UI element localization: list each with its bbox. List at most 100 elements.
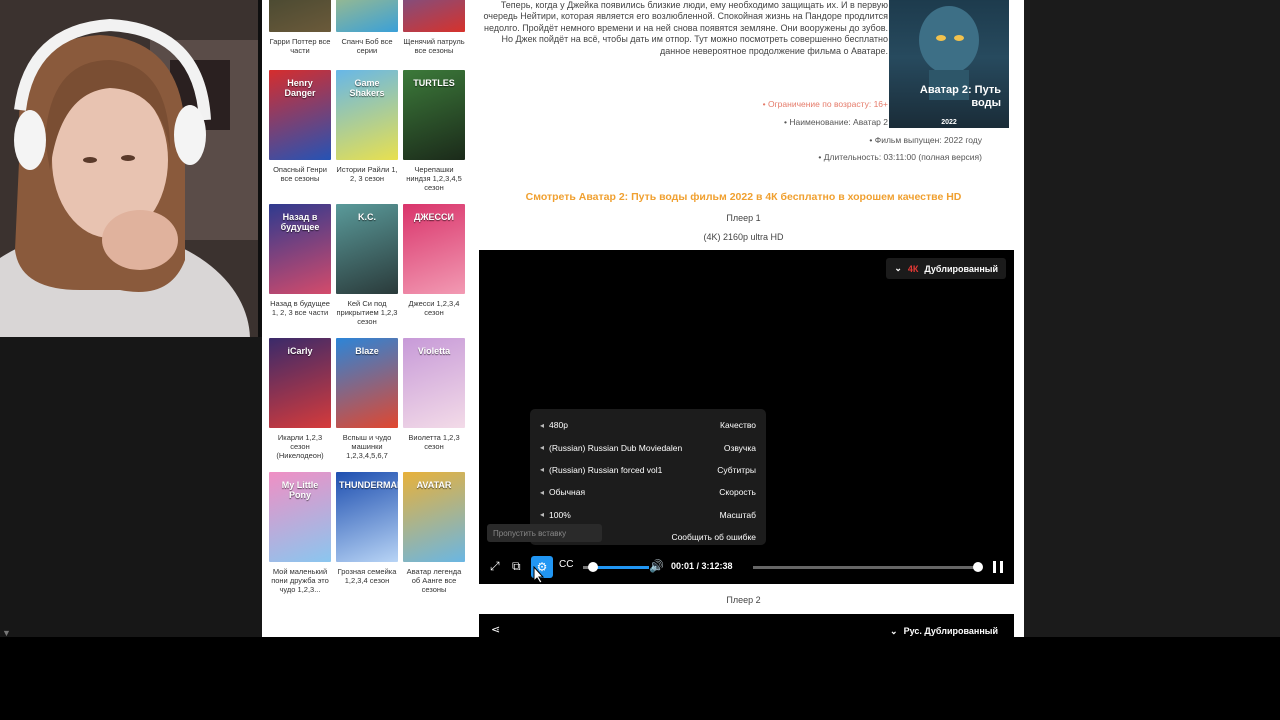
tile-poster-title: My Little Pony xyxy=(281,480,319,500)
tile-poster-title: TURTLES xyxy=(413,78,455,88)
tile-poster[interactable]: Blaze xyxy=(336,338,398,428)
video-player-2[interactable]: ⋖ ⌄ Рус. Дублированный xyxy=(479,614,1014,637)
volume-knob[interactable] xyxy=(588,562,598,572)
content-tile[interactable]: Henry Danger Опасный Генри все сезоны xyxy=(269,70,331,195)
share-icon[interactable]: ⋖ xyxy=(491,623,500,636)
video-player[interactable]: ⌄ 4К Дублированный ◂ 480p Качество ◂ (Russia… xyxy=(479,250,1014,584)
poster-title: Аватар 2: Путь воды xyxy=(919,84,1001,109)
dub-select-button[interactable]: ⌄ 4К Дублированный xyxy=(886,258,1006,279)
tile-caption[interactable]: Опасный Генри все сезоны xyxy=(269,165,331,195)
content-tile[interactable]: Game Shakers Истории Райли 1, 2, 3 сезон xyxy=(336,70,398,195)
volume-slider[interactable] xyxy=(591,566,649,569)
settings-menu-item[interactable]: ◂ 100% Масштаб xyxy=(540,504,756,526)
tile-poster[interactable]: K.C. xyxy=(336,204,398,294)
tile-poster[interactable]: SpongeBob xyxy=(336,0,398,32)
release-year-text: Фильм выпущен: 2022 году xyxy=(874,135,982,145)
settings-menu-value-text: 100% xyxy=(549,509,571,520)
tile-poster[interactable]: Назад в будущее xyxy=(269,204,331,294)
tile-caption[interactable]: Мой маленький пони дружба это чудо 1,2,3… xyxy=(269,567,331,597)
tile-poster-title: Blaze xyxy=(355,346,379,356)
tile-poster[interactable]: TURTLES xyxy=(403,70,465,160)
tile-caption[interactable]: Виолетта 1,2,3 сезон xyxy=(403,433,465,463)
release-year: • Фильм выпущен: 2022 году xyxy=(869,135,982,145)
content-tile[interactable]: Гарри Поттер Гарри Поттер все части xyxy=(269,0,331,67)
settings-menu-label: Масштаб xyxy=(719,509,756,520)
pip-icon[interactable]: ⧉ xyxy=(512,559,521,574)
content-tile[interactable]: Назад в будущее Назад в будущее 1, 2, 3 в… xyxy=(269,204,331,329)
content-tile[interactable]: My Little Pony Мой маленький пони дружба … xyxy=(269,472,331,597)
tile-caption[interactable]: Джесси 1,2,3,4 сезон xyxy=(403,299,465,329)
content-tile[interactable]: ДЖЕССИ Джесси 1,2,3,4 сезон xyxy=(403,204,465,329)
settings-menu-item[interactable]: ◂ Обычная Скорость xyxy=(540,481,756,503)
player2-dub-button[interactable]: ⌄ Рус. Дублированный xyxy=(890,626,998,637)
tile-poster[interactable]: THUNDERMANS xyxy=(336,472,398,562)
tile-poster[interactable]: Henry Danger xyxy=(269,70,331,160)
tile-caption[interactable]: Щенячий патруль все сезоны xyxy=(403,37,465,67)
tile-poster[interactable]: AVATAR xyxy=(403,472,465,562)
content-tile[interactable]: SpongeBob Спанч Боб все серии xyxy=(336,0,398,67)
duration: • Длительность: 03:11:00 (полная версия) xyxy=(818,152,982,162)
player1-label: Плеер 1 xyxy=(726,213,761,223)
tile-caption[interactable]: Грозная семейка 1,2,3,4 сезон xyxy=(336,567,398,597)
seek-bar[interactable] xyxy=(753,566,979,569)
tile-poster[interactable]: Violetta xyxy=(403,338,465,428)
tile-poster[interactable]: Game Shakers xyxy=(336,70,398,160)
settings-menu-item[interactable]: ◂ 480p Качество xyxy=(540,414,756,436)
settings-menu-label: Сообщить об ошибке xyxy=(671,532,756,543)
duration-text: Длительность: 03:11:00 (полная версия) xyxy=(823,152,982,162)
fullscreen-icon[interactable]: ⤢ xyxy=(490,559,500,574)
tile-caption[interactable]: Спанч Боб все серии xyxy=(336,37,398,67)
poster-year: 2022 xyxy=(941,119,957,126)
movie-name-text: Наименование: Аватар 2 xyxy=(789,117,888,127)
content-tile[interactable]: AVATAR Аватар легенда об Аанге все сезоны xyxy=(403,472,465,597)
settings-menu-value-text: (Russian) Russian forced vol1 xyxy=(549,464,663,475)
tile-poster-title: AVATAR xyxy=(416,480,452,490)
settings-menu-value: ◂ (Russian) Russian Dub Moviedalen xyxy=(540,443,682,453)
watch-heading: Смотреть Аватар 2: Путь воды фильм 2022 … xyxy=(525,191,962,203)
content-tile[interactable]: TURTLES Черепашки ниндзя 1,2,3,4,5 сезон xyxy=(403,70,465,195)
tile-caption[interactable]: Аватар легенда об Аанге все сезоны xyxy=(403,567,465,597)
tile-caption[interactable]: Гарри Поттер все части xyxy=(269,37,331,67)
tile-caption[interactable]: Черепашки ниндзя 1,2,3,4,5 сезон xyxy=(403,165,465,195)
skip-insert-button[interactable]: Пропустить вставку xyxy=(487,524,602,542)
tile-caption[interactable]: Вспыш и чудо машинки 1,2,3,4,5,6,7 сезон xyxy=(336,433,398,463)
content-tile[interactable]: Violetta Виолетта 1,2,3 сезон xyxy=(403,338,465,463)
content-tile[interactable]: Blaze Вспыш и чудо машинки 1,2,3,4,5,6,7 … xyxy=(336,338,398,463)
tile-poster[interactable]: ДЖЕССИ xyxy=(403,204,465,294)
tile-poster-title: Henry Danger xyxy=(284,78,316,98)
tile-caption[interactable]: Назад в будущее 1, 2, 3 все части xyxy=(269,299,331,329)
content-tile[interactable]: THUNDERMANS Грозная семейка 1,2,3,4 сезон xyxy=(336,472,398,597)
tile-poster-title: iCarly xyxy=(287,346,313,356)
seek-knob[interactable] xyxy=(973,562,983,572)
age-rating: • Ограничение по возрасту: 16+ xyxy=(762,99,888,109)
skip-insert-label: Пропустить вставку xyxy=(493,528,567,538)
movie-poster[interactable]: Аватар 2: Путь воды 2022 xyxy=(889,0,1009,128)
movie-name: • Наименование: Аватар 2 xyxy=(784,117,888,127)
dub-label: Дублированный xyxy=(924,263,998,274)
settings-menu-label: Скорость xyxy=(719,487,756,498)
dub-badge: 4К xyxy=(907,263,919,274)
subtitles-icon[interactable]: CC xyxy=(559,559,573,570)
tile-poster[interactable]: My Little Pony xyxy=(269,472,331,562)
tile-caption[interactable]: Кей Си под прикрытием 1,2,3 сезон xyxy=(336,299,398,329)
settings-menu-item[interactable]: ◂ (Russian) Russian Dub Moviedalen Озвучка xyxy=(540,436,756,458)
tile-caption[interactable]: Истории Райли 1, 2, 3 сезон xyxy=(336,165,398,195)
settings-menu-value-text: 480p xyxy=(549,420,568,431)
tile-caption[interactable]: Икарли 1,2,3 сезон (Никелодеон) xyxy=(269,433,331,463)
tile-poster[interactable]: iCarly xyxy=(269,338,331,428)
settings-menu-item[interactable]: ◂ (Russian) Russian forced vol1 Субтитры xyxy=(540,459,756,481)
volume-icon[interactable]: 🔊 xyxy=(649,559,664,573)
age-rating-text: Ограничение по возрасту: 16+ xyxy=(767,99,888,109)
content-tile[interactable]: iCarly Икарли 1,2,3 сезон (Никелодеон) xyxy=(269,338,331,463)
content-tile[interactable]: PAW Patrol Щенячий патруль все сезоны xyxy=(403,0,465,67)
tile-poster[interactable]: Гарри Поттер xyxy=(269,0,331,32)
chevron-down-icon: ⌄ xyxy=(894,263,902,273)
content-tile[interactable]: K.C. Кей Си под прикрытием 1,2,3 сезон xyxy=(336,204,398,329)
settings-menu-label: Озвучка xyxy=(723,442,756,453)
tile-poster-title: Game Shakers xyxy=(349,78,385,98)
chevron-left-icon: ◂ xyxy=(540,465,545,475)
tile-poster[interactable]: PAW Patrol xyxy=(403,0,465,32)
pause-icon[interactable] xyxy=(992,561,1004,573)
chevron-left-icon: ◂ xyxy=(540,510,545,520)
tile-poster-title: ДЖЕССИ xyxy=(413,212,455,222)
